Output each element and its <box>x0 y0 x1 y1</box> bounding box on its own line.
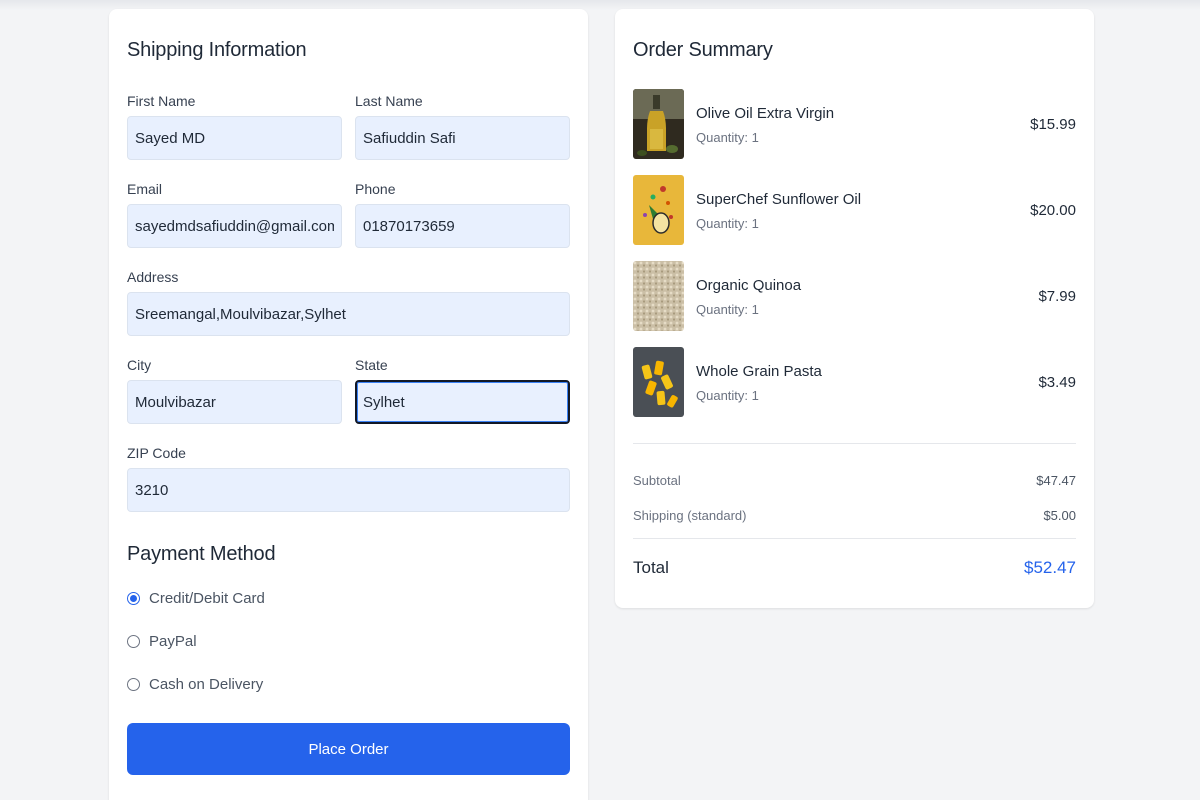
city-label: City <box>127 357 152 373</box>
payment-option-label: Cash on Delivery <box>149 676 264 693</box>
olive-oil-image <box>633 89 684 159</box>
payment-option-card[interactable]: Credit/Debit Card <box>127 590 265 607</box>
item-name: SuperChef Sunflower Oil <box>696 191 862 208</box>
total-label: Total <box>633 558 669 577</box>
radio-button-checked[interactable] <box>127 592 140 605</box>
phone-label: Phone <box>355 181 396 197</box>
subtotal-value: $47.47 <box>1036 473 1076 488</box>
city-field[interactable] <box>127 380 342 424</box>
item-name: Organic Quinoa <box>696 277 802 294</box>
item-quantity: Quantity: 1 <box>696 302 759 317</box>
payment-option-label: PayPal <box>149 633 197 650</box>
last-name-label: Last Name <box>355 93 423 109</box>
address-label: Address <box>127 269 179 285</box>
item-name: Whole Grain Pasta <box>696 363 822 380</box>
item-price: $3.49 <box>1038 374 1076 391</box>
first-name-label: First Name <box>127 93 196 109</box>
order-summary-card: Order Summary Olive Oil Extra Virgin Qua… <box>615 9 1094 608</box>
list-item: Organic Quinoa Quantity: 1 $7.99 <box>633 261 1076 331</box>
subtotal-label: Subtotal <box>633 473 681 488</box>
shipping-title: Shipping Information <box>127 39 307 61</box>
item-quantity: Quantity: 1 <box>696 388 759 403</box>
list-item: Olive Oil Extra Virgin Quantity: 1 $15.9… <box>633 89 1076 159</box>
total-value: $52.47 <box>1024 558 1076 577</box>
payment-title: Payment Method <box>127 543 276 565</box>
pasta-image <box>633 347 684 417</box>
quinoa-image <box>633 261 684 331</box>
list-item: SuperChef Sunflower Oil Quantity: 1 $20.… <box>633 175 1076 245</box>
summary-title: Order Summary <box>633 39 773 61</box>
payment-option-label: Credit/Debit Card <box>149 590 265 607</box>
last-name-field[interactable] <box>355 116 570 160</box>
email-field[interactable] <box>127 204 342 248</box>
payment-option-paypal[interactable]: PayPal <box>127 633 197 650</box>
list-item: Whole Grain Pasta Quantity: 1 $3.49 <box>633 347 1076 417</box>
place-order-button[interactable]: Place Order <box>127 723 570 775</box>
item-name: Olive Oil Extra Virgin <box>696 105 835 122</box>
item-price: $20.00 <box>1030 202 1076 219</box>
summary-divider <box>633 443 1076 444</box>
zip-field[interactable] <box>127 468 570 512</box>
item-quantity: Quantity: 1 <box>696 216 759 231</box>
payment-option-cod[interactable]: Cash on Delivery <box>127 676 263 693</box>
shipping-cost-value: $5.00 <box>1043 508 1076 523</box>
address-field[interactable] <box>127 292 570 336</box>
first-name-field[interactable] <box>127 116 342 160</box>
phone-field[interactable] <box>355 204 570 248</box>
item-price: $7.99 <box>1038 288 1076 305</box>
radio-button[interactable] <box>127 635 140 648</box>
state-field[interactable] <box>355 380 570 424</box>
shipping-cost-label: Shipping (standard) <box>633 508 747 523</box>
state-label: State <box>355 357 388 373</box>
total-divider <box>633 538 1076 539</box>
sunflower-oil-image <box>633 175 684 245</box>
radio-button[interactable] <box>127 678 140 691</box>
shipping-card: Shipping Information First Name Last Nam… <box>109 9 588 800</box>
item-quantity: Quantity: 1 <box>696 130 759 145</box>
email-label: Email <box>127 181 163 197</box>
zip-label: ZIP Code <box>127 445 186 461</box>
item-price: $15.99 <box>1030 116 1076 133</box>
